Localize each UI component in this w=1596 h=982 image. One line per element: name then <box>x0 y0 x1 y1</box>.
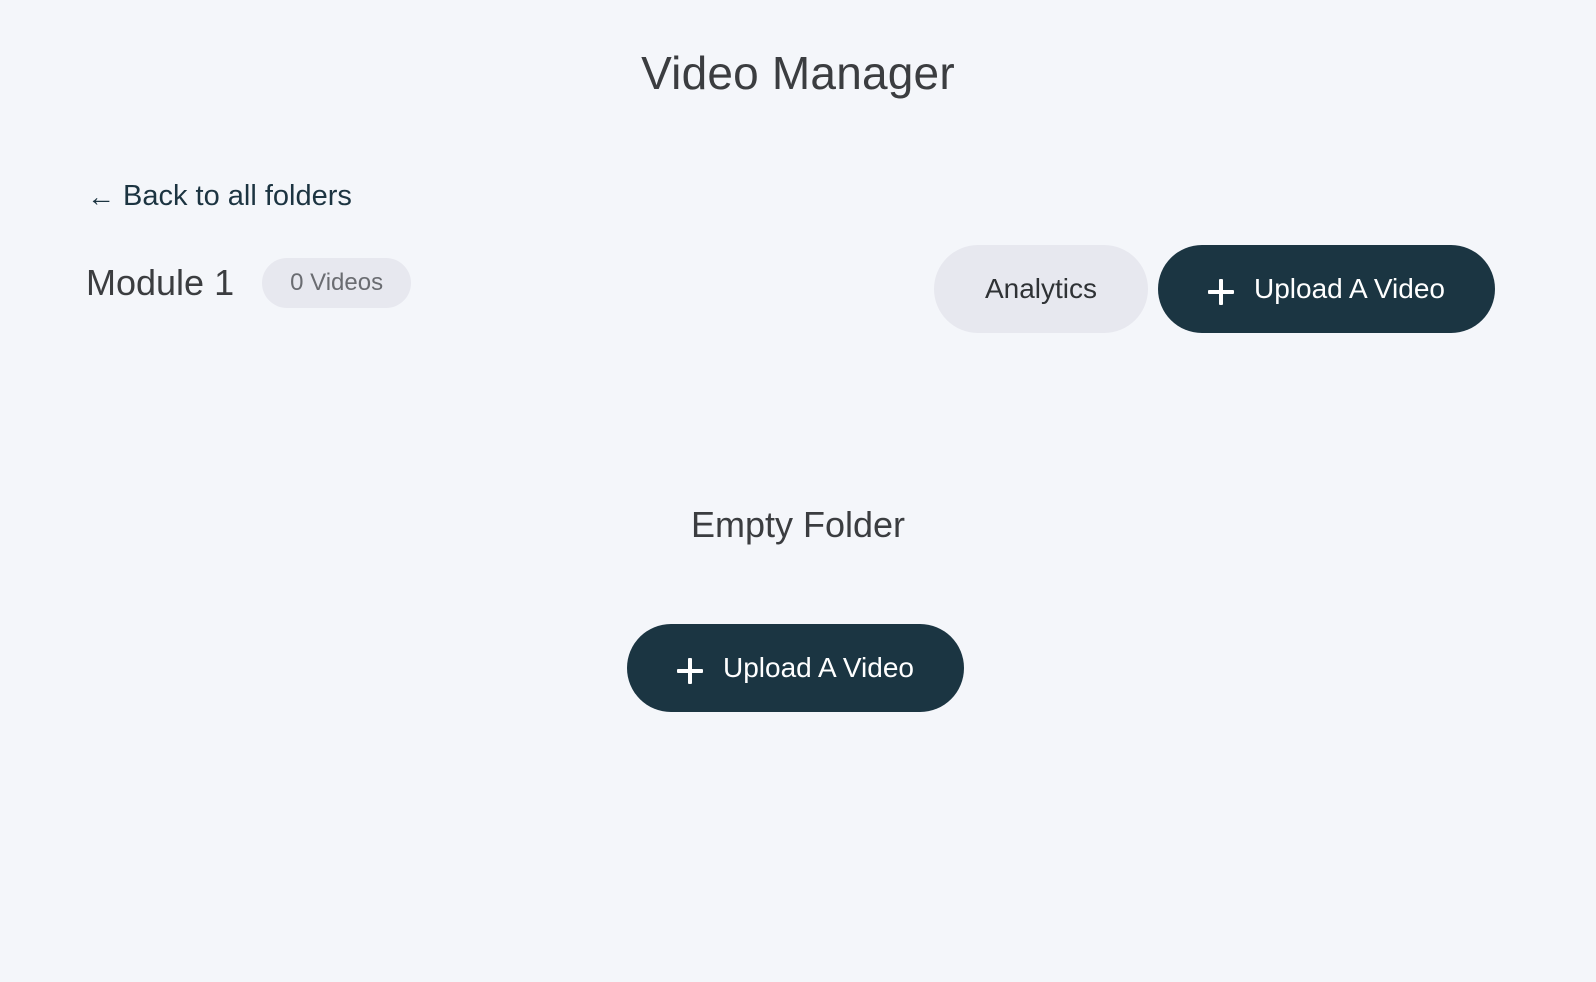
back-link-label: Back to all folders <box>123 180 352 212</box>
plus-icon <box>677 658 703 684</box>
analytics-button[interactable]: Analytics <box>934 245 1148 333</box>
page-title: Video Manager <box>641 47 955 99</box>
back-to-folders-link[interactable]: ← Back to all folders <box>87 180 352 213</box>
folder-header: Module 1 0 Videos <box>86 258 412 308</box>
folder-name: Module 1 <box>86 262 235 303</box>
upload-video-button[interactable]: Upload A Video <box>1158 245 1495 333</box>
folder-actions: Analytics Upload A Video <box>934 245 1495 333</box>
video-count-badge: 0 Videos <box>262 258 412 308</box>
empty-state-upload-label: Upload A Video <box>723 652 914 683</box>
upload-video-label: Upload A Video <box>1254 273 1445 304</box>
arrow-left-icon: ← <box>87 180 115 212</box>
empty-state-actions: Upload A Video <box>627 624 964 712</box>
empty-folder-title: Empty Folder <box>690 504 906 545</box>
empty-state-upload-button[interactable]: Upload A Video <box>627 624 964 712</box>
plus-icon <box>1208 279 1234 305</box>
